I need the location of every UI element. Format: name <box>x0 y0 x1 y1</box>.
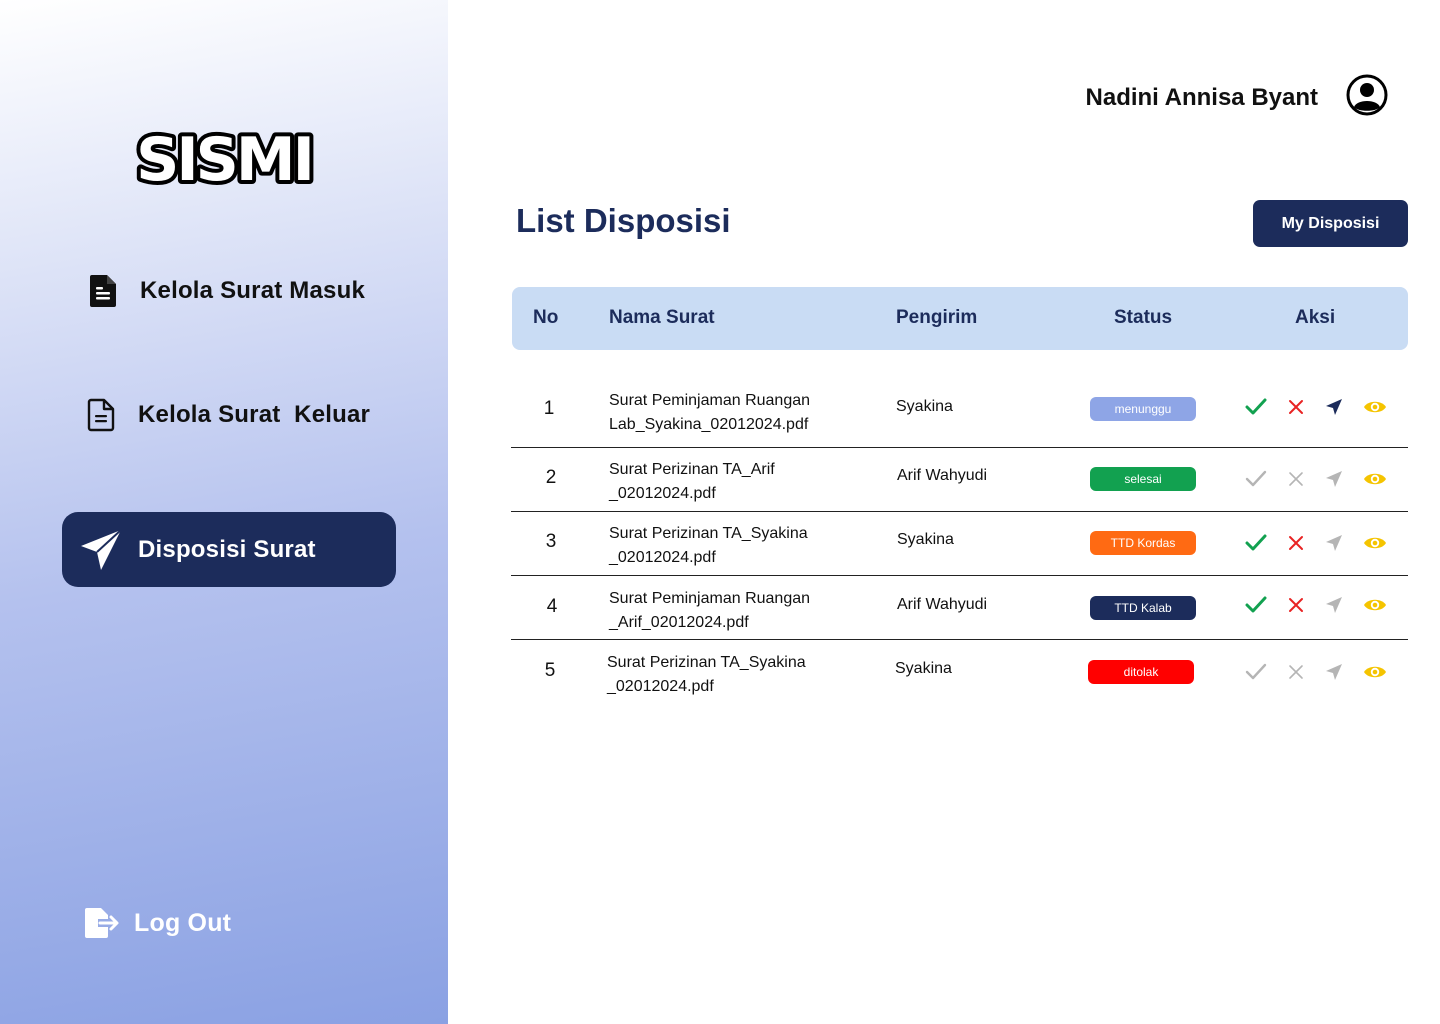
approve-check-icon[interactable] <box>1244 395 1268 419</box>
sidebar-item-kelola-surat-keluar[interactable]: Kelola Surat Keluar <box>86 398 370 432</box>
row-number: 3 <box>545 531 557 552</box>
view-eye-icon[interactable] <box>1363 531 1387 555</box>
reject-x-icon <box>1284 660 1308 684</box>
document-outline-icon <box>86 398 116 432</box>
view-eye-icon[interactable] <box>1363 395 1387 419</box>
row-number: 1 <box>543 398 555 419</box>
user-name: Nadini Annisa Byant <box>1085 83 1318 111</box>
status-badge: selesai <box>1090 467 1196 491</box>
row-pengirim: Syakina <box>897 531 954 548</box>
row-nama-surat-line1: Surat Perizinan TA_Arif <box>609 461 775 478</box>
row-nama-surat-line1: Surat Peminjaman Ruangan <box>609 392 811 409</box>
document-filled-icon <box>88 274 118 308</box>
column-header-no: No <box>533 307 559 328</box>
sidebar-item-label: Kelola Surat Masuk <box>140 277 366 304</box>
row-pengirim: Arif Wahyudi <box>897 467 988 484</box>
sidebar-item-label: Disposisi Surat <box>138 535 316 563</box>
svg-text:SISMI: SISMI <box>136 125 312 192</box>
sidebar-item-label: Kelola Surat Keluar <box>138 401 371 428</box>
send-plane-icon <box>1322 531 1346 555</box>
paper-plane-icon <box>78 527 124 573</box>
status-badge: TTD Kalab <box>1090 596 1196 620</box>
table-row: 4 Surat Peminjaman Ruangan _Arif_0201202… <box>511 576 1408 640</box>
row-nama-surat-line2: _Arif_02012024.pdf <box>609 614 749 631</box>
row-nama-surat-line1: Surat Peminjaman Ruangan <box>609 590 811 607</box>
user-circle-icon[interactable] <box>1346 74 1388 121</box>
row-number: 2 <box>545 467 557 488</box>
send-plane-icon <box>1322 660 1346 684</box>
column-header-pengirim: Pengirim <box>896 307 978 328</box>
row-nama-surat-line2: _02012024.pdf <box>609 549 716 566</box>
sidebar-item-kelola-surat-masuk[interactable]: Kelola Surat Masuk <box>88 274 365 308</box>
row-number: 5 <box>544 660 556 681</box>
send-plane-icon <box>1322 467 1346 491</box>
logout-button[interactable]: Log Out <box>84 904 231 942</box>
row-nama-surat-line2: _02012024.pdf <box>607 678 714 695</box>
user-profile[interactable]: Nadini Annisa Byant <box>1086 74 1388 121</box>
row-nama-surat-line1: Surat Perizinan TA_Syakina <box>607 654 806 671</box>
reject-x-icon <box>1284 467 1308 491</box>
row-pengirim: Syakina <box>896 398 953 415</box>
sidebar-item-disposisi-surat[interactable]: Disposisi Surat <box>62 512 396 587</box>
reject-x-icon[interactable] <box>1284 531 1308 555</box>
approve-check-icon <box>1244 660 1268 684</box>
row-nama-surat-line2: Lab_Syakina_02012024.pdf <box>609 416 809 433</box>
column-header-status: Status <box>1114 307 1173 328</box>
row-nama-surat-line2: _02012024.pdf <box>609 485 716 502</box>
page-title: List Disposisi <box>516 202 731 239</box>
reject-x-icon[interactable] <box>1284 395 1308 419</box>
row-nama-surat-line1: Surat Perizinan TA_Syakina <box>609 525 808 542</box>
row-pengirim: Syakina <box>895 660 952 677</box>
table-row: 1 Surat Peminjaman Ruangan Lab_Syakina_0… <box>511 380 1408 448</box>
row-pengirim: Arif Wahyudi <box>897 596 988 613</box>
view-eye-icon[interactable] <box>1363 660 1387 684</box>
table-row: 3 Surat Perizinan TA_Syakina _02012024.p… <box>511 512 1408 576</box>
send-plane-icon[interactable] <box>1322 395 1346 419</box>
approve-check-icon[interactable] <box>1244 531 1268 555</box>
reject-x-icon[interactable] <box>1284 593 1308 617</box>
status-badge: ditolak <box>1088 660 1194 684</box>
column-header-aksi: Aksi <box>1295 307 1336 328</box>
approve-check-icon[interactable] <box>1244 593 1268 617</box>
my-disposisi-button[interactable]: My Disposisi <box>1253 200 1408 247</box>
status-badge: menunggu <box>1090 397 1196 421</box>
view-eye-icon[interactable] <box>1363 467 1387 491</box>
status-badge: TTD Kordas <box>1090 531 1196 555</box>
table-header: No Nama Surat Pengirim Status Aksi <box>512 287 1408 350</box>
logout-icon <box>84 904 120 942</box>
sidebar: SISMI Kelola Surat Masuk Kelola Surat Ke… <box>0 0 448 1024</box>
approve-check-icon <box>1244 467 1268 491</box>
logout-label: Log Out <box>134 908 232 937</box>
table-row: 5 Surat Perizinan TA_Syakina _02012024.p… <box>511 640 1408 708</box>
row-number: 4 <box>546 596 558 617</box>
send-plane-icon <box>1322 593 1346 617</box>
column-header-nama-surat: Nama Surat <box>609 307 715 328</box>
table-row: 2 Surat Perizinan TA_Arif _02012024.pdf … <box>511 448 1408 512</box>
sismi-logo: SISMI <box>132 121 319 192</box>
view-eye-icon[interactable] <box>1363 593 1387 617</box>
